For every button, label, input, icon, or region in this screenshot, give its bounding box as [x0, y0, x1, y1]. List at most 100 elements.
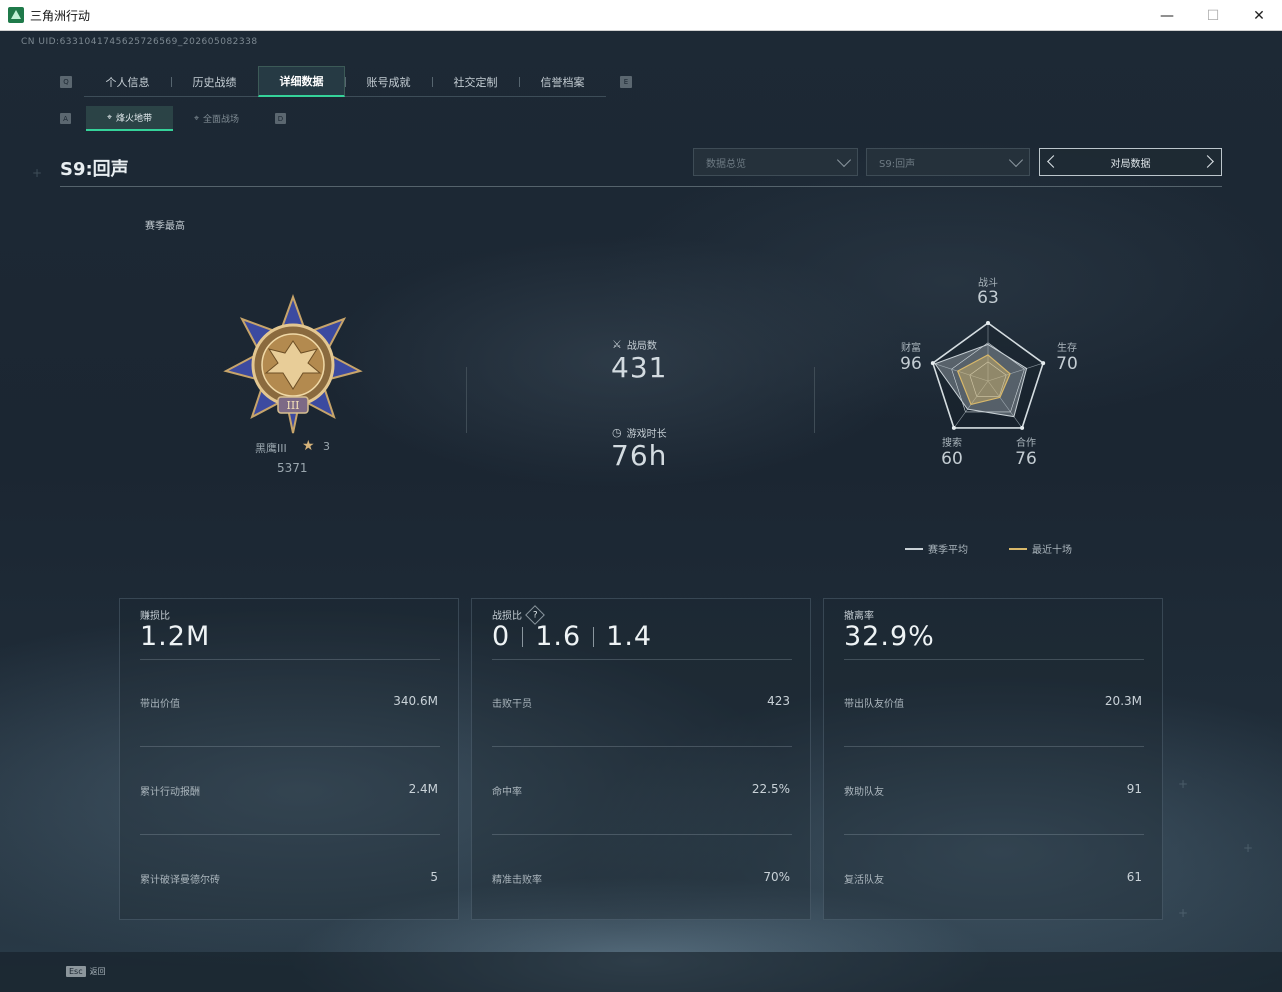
playtime-value: 76h: [611, 439, 668, 472]
rank-emblem-icon: III: [223, 294, 363, 434]
close-button[interactable]: ✕: [1236, 0, 1282, 31]
legend-recent-ten: 最近十场: [1009, 541, 1072, 556]
card-divider: [844, 834, 1144, 835]
tab-achievements[interactable]: 账号成就: [345, 66, 432, 97]
radar-vertex-dot: [986, 321, 990, 325]
row-key: 击败干员: [492, 699, 532, 710]
matches-label: ⚔ 战局数: [612, 337, 657, 352]
dropdown-value: 数据总览: [706, 158, 746, 170]
row-value: 22.5%: [751, 782, 790, 796]
season-title: S9:回声: [60, 159, 129, 180]
season-dropdown[interactable]: S9:回声: [866, 148, 1030, 176]
subnav-next-key[interactable]: D: [275, 113, 286, 124]
rank-star-count: 3: [323, 440, 330, 453]
decor-plus-icon: +: [32, 166, 43, 180]
radar-value-teamwork: 76: [1015, 449, 1037, 469]
card-divider: [140, 659, 440, 660]
radar-label-teamwork: 合作: [1016, 438, 1036, 449]
tab-history[interactable]: 历史战绩: [171, 66, 258, 97]
divider: [466, 367, 467, 433]
star-icon: ★: [302, 438, 315, 454]
row-key: 精准击败率: [492, 875, 542, 886]
card-label: 战损比 ?: [492, 604, 545, 625]
chevron-right-icon[interactable]: [1201, 155, 1214, 168]
tab-reputation[interactable]: 信誉档案: [519, 66, 606, 97]
legend-season-avg: 赛季平均: [905, 541, 968, 556]
row-key: 带出队友价值: [844, 699, 904, 710]
matches-value: 431: [611, 351, 668, 384]
row-key: 命中率: [492, 787, 522, 798]
back-button[interactable]: Esc 返回: [66, 966, 106, 977]
row-value: 91: [1126, 782, 1142, 796]
row-value: 423: [767, 694, 790, 708]
match-data-label: 对局数据: [1110, 158, 1151, 170]
card-divider: [140, 834, 440, 835]
radar-label-search: 搜索: [942, 438, 962, 449]
row-key: 累计破译曼德尔砖: [140, 875, 220, 886]
row-key: 复活队友: [844, 875, 884, 886]
header-divider: [60, 186, 1222, 187]
legend-label: 赛季平均: [928, 545, 968, 556]
subtab-hazard-ops[interactable]: ⌖ 烽火地带: [86, 106, 173, 131]
value-separator: [593, 626, 595, 647]
card-divider: [844, 746, 1144, 747]
profit-ratio-value: 1.2M: [140, 621, 211, 652]
radar-vertex-dot: [1041, 361, 1046, 366]
divider: [814, 367, 815, 433]
radar-value-wealth: 96: [900, 354, 922, 374]
tab-detailed-data[interactable]: 详细数据: [258, 66, 345, 97]
playtime-label: ◷ 游戏时长: [612, 425, 667, 440]
esc-key-badge: Esc: [66, 966, 86, 977]
app-icon: [8, 7, 24, 23]
kd-value-2: 1.6: [535, 621, 582, 652]
crossed-swords-icon: ⚔: [612, 338, 622, 351]
crosshair-icon: ⌖: [106, 112, 113, 123]
subtab-full-battle[interactable]: ⌖ 全面战场: [173, 106, 260, 131]
playtime-label-text: 游戏时长: [626, 429, 667, 440]
decor-plus-icon: +: [1178, 906, 1189, 920]
subnav-prev-key[interactable]: A: [60, 113, 71, 124]
row-value: 5: [430, 870, 438, 884]
radar-vertex-dot: [1020, 425, 1025, 430]
dropdown-value: S9:回声: [879, 158, 916, 170]
row-value: 20.3M: [1104, 694, 1142, 708]
data-overview-dropdown[interactable]: 数据总览: [693, 148, 858, 176]
radar-label-survival: 生存: [1057, 343, 1077, 354]
clock-icon: ◷: [612, 426, 622, 439]
kd-value-3: 1.4: [606, 621, 653, 652]
kd-value-1: 0: [492, 621, 511, 652]
tab-personal-info[interactable]: 个人信息: [84, 66, 171, 97]
chevron-left-icon[interactable]: [1047, 155, 1060, 168]
nav-next-key[interactable]: E: [620, 76, 632, 88]
card-divider: [492, 659, 792, 660]
window-titlebar: 三角洲行动 — ☐ ✕: [0, 0, 1282, 31]
card-divider: [492, 834, 792, 835]
row-value: 340.6M: [393, 694, 438, 708]
card-divider: [844, 659, 1144, 660]
row-key: 累计行动报酬: [140, 787, 200, 798]
game-viewport: CN UID:63310417456257265​69_202605082338…: [0, 31, 1282, 992]
sub-nav: ⌖ 烽火地带 ⌖ 全面战场: [86, 106, 260, 131]
card-main-value: 32.9%: [844, 621, 935, 652]
decor-plus-icon: +: [1178, 777, 1189, 791]
kd-ratio-card: 战损比 ? 0 1.6 1.4 击败干员 423 命中率 22.5% 精准击败率…: [471, 598, 811, 920]
extraction-rate-value: 32.9%: [844, 621, 935, 652]
match-data-button[interactable]: 对局数据: [1039, 148, 1222, 176]
tab-social[interactable]: 社交定制: [432, 66, 519, 97]
card-divider: [140, 746, 440, 747]
legend-swatch: [905, 547, 923, 550]
season-best-label: 赛季最高: [145, 221, 185, 232]
subtab-label: 烽火地带: [116, 114, 153, 124]
maximize-button[interactable]: ☐: [1190, 0, 1236, 31]
minimize-button[interactable]: —: [1144, 0, 1190, 31]
rank-score: 5371: [277, 461, 308, 475]
radar-value-combat: 63: [977, 288, 999, 308]
bottom-bar: [0, 952, 1282, 992]
chevron-down-icon: [836, 152, 852, 168]
card-main-value: 0 1.6 1.4: [492, 621, 652, 652]
main-nav: 个人信息 历史战绩 详细数据 账号成就 社交定制 信誉档案: [84, 66, 606, 97]
chevron-down-icon: [1008, 152, 1024, 168]
player-uid: CN UID:63310417456257265​69_202605082338: [21, 37, 258, 47]
profit-ratio-card: 赚损比 1.2M 带出价值 340.6M 累计行动报酬 2.4M 累计破译曼德尔…: [119, 598, 459, 920]
nav-prev-key[interactable]: Q: [60, 76, 72, 88]
